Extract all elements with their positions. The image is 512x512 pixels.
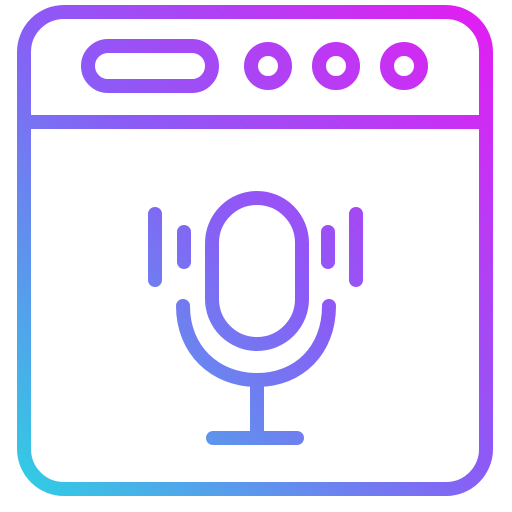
window-control-dots-icon [244,42,428,90]
icon-svg [17,5,493,496]
window-dot-1-icon [244,42,292,90]
microphone-capsule [205,191,309,351]
window-dot-2-icon [312,42,360,90]
sound-wave-bars-icon [148,207,363,287]
browser-voice-recording-icon [0,0,512,512]
window-dot-3-icon [380,42,428,90]
address-bar-icon [81,39,219,93]
microphone-icon [176,191,336,445]
